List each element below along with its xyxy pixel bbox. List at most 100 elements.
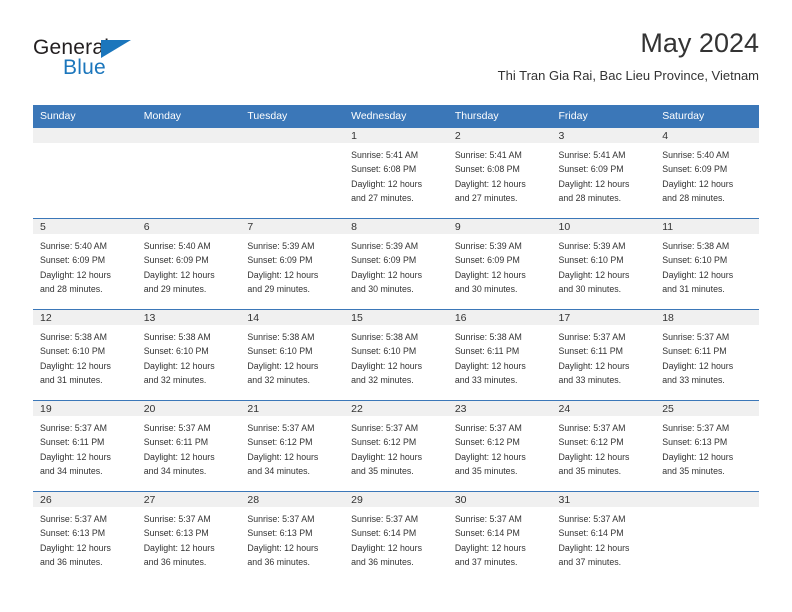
daylight-duration-line1: Daylight: 12 hours bbox=[247, 269, 319, 280]
sunset-time: Sunset: 6:10 PM bbox=[351, 346, 417, 357]
daylight-duration-line2: and 36 minutes. bbox=[247, 556, 311, 567]
calendar-day-cell[interactable]: 18 Sunrise: 5:37 AM Sunset: 6:11 PM Dayligh… bbox=[655, 309, 759, 401]
day-number bbox=[136, 128, 241, 143]
calendar-day-cell[interactable]: 7 Sunrise: 5:39 AM Sunset: 6:09 PM Daylight… bbox=[240, 218, 345, 310]
calendar-day-cell[interactable]: 15 Sunrise: 5:38 AM Sunset: 6:10 PM Dayligh… bbox=[344, 309, 448, 401]
sunrise-time: Sunrise: 5:38 AM bbox=[351, 332, 419, 342]
daylight-duration-line1: Daylight: 12 hours bbox=[247, 542, 319, 553]
day-details: Sunrise: 5:37 AM Sunset: 6:13 PM Daylight:… bbox=[240, 507, 344, 569]
calendar-day-cell[interactable]: 11 Sunrise: 5:38 AM Sunset: 6:10 PM Dayligh… bbox=[655, 218, 759, 310]
daylight-duration-line2: and 35 minutes. bbox=[454, 465, 518, 476]
day-number: 5 bbox=[33, 219, 137, 234]
calendar-day-cell[interactable]: 3 Sunrise: 5:41 AM Sunset: 6:09 PM Daylight… bbox=[551, 127, 656, 219]
daylight-duration-line2: and 34 minutes. bbox=[143, 465, 207, 476]
daylight-duration-line2: and 35 minutes. bbox=[558, 465, 622, 476]
daylight-duration-line2: and 34 minutes. bbox=[247, 465, 311, 476]
daylight-duration-line1: Daylight: 12 hours bbox=[351, 451, 423, 462]
brand-logo[interactable]: General Blue bbox=[33, 36, 213, 92]
daylight-duration-line1: Daylight: 12 hours bbox=[558, 451, 630, 462]
sunset-time: Sunset: 6:09 PM bbox=[143, 255, 209, 266]
sunrise-time: Sunrise: 5:37 AM bbox=[143, 514, 211, 524]
sunrise-time: Sunrise: 5:37 AM bbox=[40, 514, 107, 524]
calendar-day-cell[interactable]: 19 Sunrise: 5:37 AM Sunset: 6:11 PM Dayligh… bbox=[33, 400, 137, 492]
calendar-day-cell[interactable]: 21 Sunrise: 5:37 AM Sunset: 6:12 PM Dayligh… bbox=[240, 400, 345, 492]
calendar-day-cell[interactable]: 5 Sunrise: 5:40 AM Sunset: 6:09 PM Daylight… bbox=[33, 218, 137, 310]
calendar-day-cell[interactable]: 10 Sunrise: 5:39 AM Sunset: 6:10 PM Dayligh… bbox=[551, 218, 656, 310]
daylight-duration-line1: Daylight: 12 hours bbox=[351, 360, 423, 371]
day-details: Sunrise: 5:38 AM Sunset: 6:10 PM Daylight:… bbox=[655, 234, 759, 296]
daylight-duration-line2: and 32 minutes. bbox=[247, 374, 311, 385]
weekday-header-friday: Friday bbox=[551, 105, 656, 128]
calendar-day-cell[interactable]: 29 Sunrise: 5:37 AM Sunset: 6:14 PM Dayligh… bbox=[344, 491, 448, 582]
calendar-day-cell[interactable]: 2 Sunrise: 5:41 AM Sunset: 6:08 PM Daylight… bbox=[447, 127, 552, 219]
sunrise-time: Sunrise: 5:39 AM bbox=[558, 241, 626, 251]
daylight-duration-line1: Daylight: 12 hours bbox=[40, 451, 111, 462]
sunrise-time: Sunrise: 5:41 AM bbox=[351, 150, 419, 160]
daylight-duration-line2: and 33 minutes. bbox=[558, 374, 622, 385]
weekday-header-sunday: Sunday bbox=[33, 105, 137, 128]
calendar-day-cell[interactable]: 14 Sunrise: 5:38 AM Sunset: 6:10 PM Dayligh… bbox=[240, 309, 345, 401]
day-details: Sunrise: 5:41 AM Sunset: 6:08 PM Daylight:… bbox=[448, 143, 552, 205]
daylight-duration-line1: Daylight: 12 hours bbox=[558, 542, 630, 553]
title-block: May 2024 Thi Tran Gia Rai, Bac Lieu Prov… bbox=[498, 28, 759, 83]
calendar-day-cell[interactable]: 24 Sunrise: 5:37 AM Sunset: 6:12 PM Dayligh… bbox=[551, 400, 656, 492]
calendar-day-cell[interactable]: 28 Sunrise: 5:37 AM Sunset: 6:13 PM Dayligh… bbox=[240, 491, 345, 582]
sunset-time: Sunset: 6:11 PM bbox=[558, 346, 623, 357]
day-number: 4 bbox=[655, 128, 759, 143]
day-details: Sunrise: 5:38 AM Sunset: 6:10 PM Daylight:… bbox=[33, 325, 137, 387]
day-number: 23 bbox=[447, 401, 552, 416]
calendar-day-cell[interactable]: 22 Sunrise: 5:37 AM Sunset: 6:12 PM Dayligh… bbox=[344, 400, 448, 492]
calendar-day-cell[interactable]: 8 Sunrise: 5:39 AM Sunset: 6:09 PM Daylight… bbox=[344, 218, 448, 310]
day-number: 19 bbox=[33, 401, 137, 416]
day-number: 30 bbox=[447, 492, 552, 507]
calendar-grid: Sunday Monday Tuesday Wednesday Thursday… bbox=[33, 105, 759, 582]
calendar-week-row: 26 Sunrise: 5:37 AM Sunset: 6:13 PM Dayligh… bbox=[33, 491, 759, 582]
calendar-day-cell[interactable]: 16 Sunrise: 5:38 AM Sunset: 6:11 PM Dayligh… bbox=[447, 309, 552, 401]
daylight-duration-line1: Daylight: 12 hours bbox=[247, 451, 319, 462]
daylight-duration-line2: and 36 minutes. bbox=[143, 556, 207, 567]
calendar-day-cell[interactable]: 27 Sunrise: 5:37 AM Sunset: 6:13 PM Dayligh… bbox=[136, 491, 241, 582]
weekday-header-thursday: Thursday bbox=[447, 105, 552, 128]
calendar-day-cell[interactable]: 20 Sunrise: 5:37 AM Sunset: 6:11 PM Dayligh… bbox=[136, 400, 241, 492]
day-number bbox=[240, 128, 345, 143]
calendar-day-cell[interactable]: 6 Sunrise: 5:40 AM Sunset: 6:09 PM Daylight… bbox=[136, 218, 241, 310]
daylight-duration-line2: and 28 minutes. bbox=[662, 192, 725, 203]
weekday-header-monday: Monday bbox=[136, 105, 241, 128]
day-details: Sunrise: 5:40 AM Sunset: 6:09 PM Daylight:… bbox=[655, 143, 759, 205]
day-details: Sunrise: 5:39 AM Sunset: 6:09 PM Daylight:… bbox=[240, 234, 344, 296]
sunrise-time: Sunrise: 5:41 AM bbox=[558, 150, 626, 160]
calendar-day-cell[interactable]: 1 Sunrise: 5:41 AM Sunset: 6:08 PM Daylight… bbox=[344, 127, 448, 219]
day-number: 24 bbox=[551, 401, 656, 416]
daylight-duration-line1: Daylight: 12 hours bbox=[143, 269, 215, 280]
calendar-day-cell[interactable]: 23 Sunrise: 5:37 AM Sunset: 6:12 PM Dayligh… bbox=[447, 400, 552, 492]
calendar-day-cell[interactable]: 12 Sunrise: 5:38 AM Sunset: 6:10 PM Dayligh… bbox=[33, 309, 137, 401]
calendar-day-cell[interactable]: 17 Sunrise: 5:37 AM Sunset: 6:11 PM Dayligh… bbox=[551, 309, 656, 401]
calendar-day-cell[interactable]: 26 Sunrise: 5:37 AM Sunset: 6:13 PM Dayligh… bbox=[33, 491, 137, 582]
calendar-day-cell[interactable]: 31 Sunrise: 5:37 AM Sunset: 6:14 PM Dayligh… bbox=[551, 491, 656, 582]
calendar-day-cell[interactable]: 30 Sunrise: 5:37 AM Sunset: 6:14 PM Dayligh… bbox=[447, 491, 552, 582]
sunset-time: Sunset: 6:12 PM bbox=[454, 437, 520, 448]
calendar-day-cell[interactable]: 4 Sunrise: 5:40 AM Sunset: 6:09 PM Daylight… bbox=[655, 127, 759, 219]
calendar-week-row: 12 Sunrise: 5:38 AM Sunset: 6:10 PM Dayligh… bbox=[33, 309, 759, 401]
calendar-day-cell[interactable]: 25 Sunrise: 5:37 AM Sunset: 6:13 PM Dayligh… bbox=[655, 400, 759, 492]
day-details: Sunrise: 5:41 AM Sunset: 6:08 PM Daylight:… bbox=[344, 143, 448, 205]
sunrise-time: Sunrise: 5:37 AM bbox=[247, 423, 315, 433]
day-details: Sunrise: 5:37 AM Sunset: 6:13 PM Daylight:… bbox=[33, 507, 137, 569]
sunset-time: Sunset: 6:11 PM bbox=[143, 437, 209, 448]
sunrise-time: Sunrise: 5:38 AM bbox=[143, 332, 211, 342]
calendar-day-cell[interactable]: 13 Sunrise: 5:38 AM Sunset: 6:10 PM Dayligh… bbox=[136, 309, 241, 401]
weekday-header-tuesday: Tuesday bbox=[240, 105, 345, 128]
calendar-header-row: Sunday Monday Tuesday Wednesday Thursday… bbox=[33, 105, 759, 128]
daylight-duration-line2: and 37 minutes. bbox=[558, 556, 622, 567]
daylight-duration-line1: Daylight: 12 hours bbox=[40, 542, 111, 553]
daylight-duration-line1: Daylight: 12 hours bbox=[247, 360, 319, 371]
calendar-day-cell[interactable]: 9 Sunrise: 5:39 AM Sunset: 6:09 PM Daylight… bbox=[447, 218, 552, 310]
daylight-duration-line1: Daylight: 12 hours bbox=[351, 178, 423, 189]
daylight-duration-line2: and 37 minutes. bbox=[454, 556, 518, 567]
day-number: 18 bbox=[655, 310, 759, 325]
sunrise-time: Sunrise: 5:38 AM bbox=[40, 332, 107, 342]
daylight-duration-line1: Daylight: 12 hours bbox=[351, 269, 423, 280]
sunrise-time: Sunrise: 5:41 AM bbox=[454, 150, 522, 160]
day-number: 29 bbox=[344, 492, 448, 507]
day-number: 27 bbox=[136, 492, 241, 507]
